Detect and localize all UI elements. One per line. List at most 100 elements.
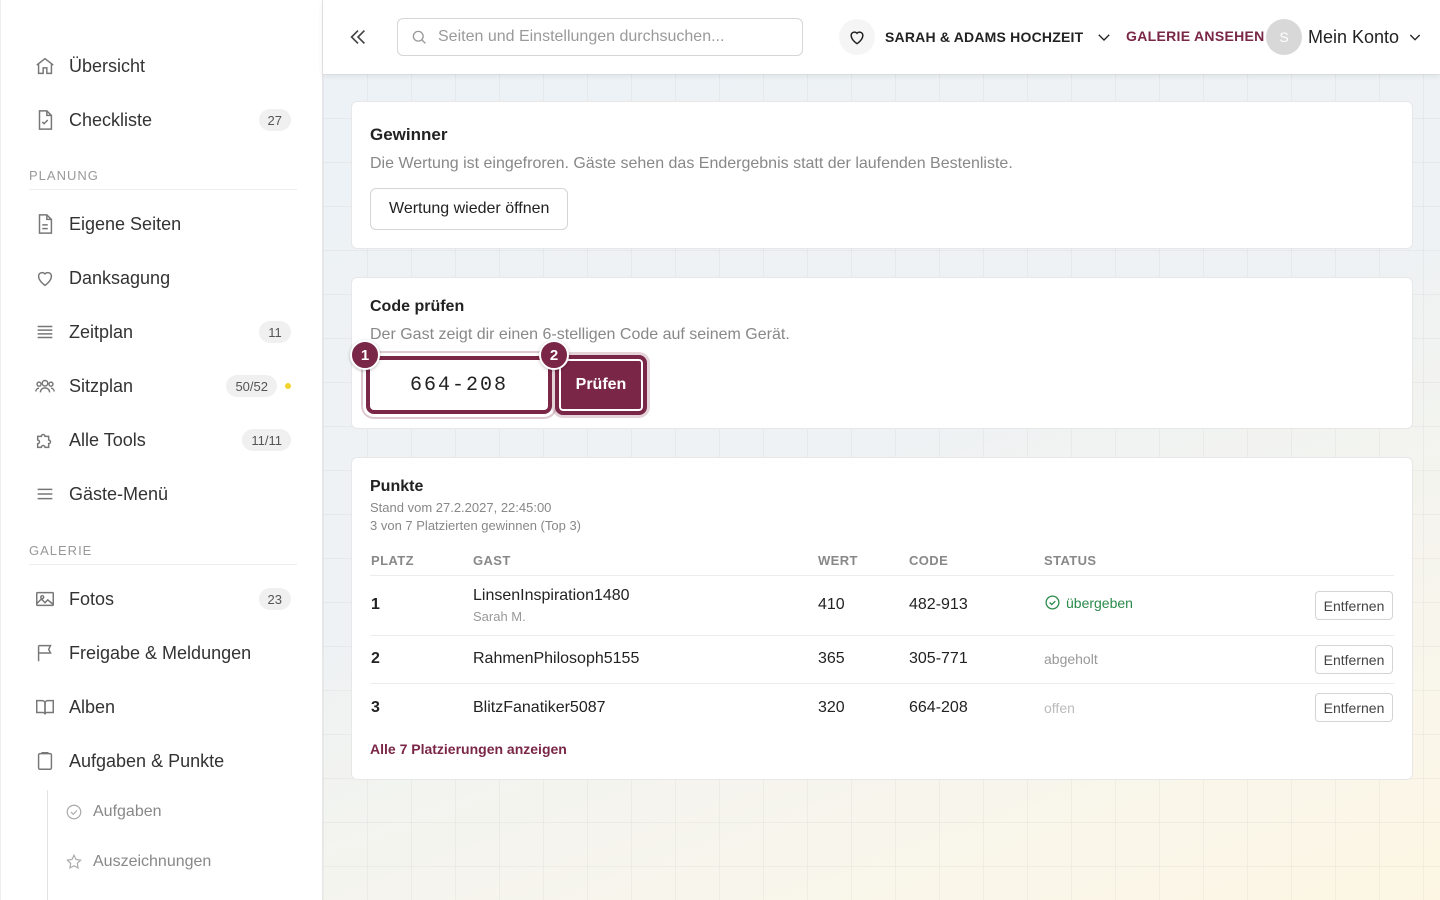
search-icon (410, 27, 430, 47)
status-dot (285, 383, 291, 389)
sidebar-item-label: Alben (69, 696, 116, 717)
count-badge: 11/11 (242, 429, 291, 451)
topbar: SARAH & ADAMS HOCHZEIT GALERIE ANSEHEN S… (323, 0, 1440, 74)
sidebar-item-checklist[interactable]: Checkliste 27 (29, 98, 295, 142)
card-title: Punkte (370, 478, 424, 495)
row-guest: RahmenPhilosoph5155 (473, 650, 640, 667)
search-box (397, 18, 803, 56)
card-description: Die Wertung ist eingefroren. Gäste sehen… (370, 155, 1013, 172)
section-label-planning: PLANUNG (29, 168, 297, 190)
section-label-gallery: GALERIE (29, 543, 297, 565)
page-icon (31, 210, 59, 238)
status-label: übergeben (1066, 594, 1133, 611)
row-code: 664-208 (909, 699, 968, 716)
image-icon (31, 585, 59, 613)
star-icon (65, 853, 83, 871)
sidebar-item-label: Aufgaben & Punkte (69, 750, 225, 771)
sidebar-subitem-label: Auszeichnungen (93, 853, 212, 870)
sidebar-item-label: Fotos (69, 588, 115, 609)
sidebar-item-photos[interactable]: Fotos 23 (29, 577, 295, 621)
sidebar-item-label: Eigene Seiten (69, 213, 182, 234)
account-menu[interactable]: S Mein Konto (1266, 19, 1423, 55)
sidebar-item-all-tools[interactable]: Alle Tools 11/11 (29, 418, 295, 462)
sidebar-item-guest-menu[interactable]: Gäste-Menü (29, 472, 295, 516)
check-code-button[interactable]: Prüfen (555, 355, 647, 415)
submenu-line (47, 790, 48, 900)
sidebar-item-label: Zeitplan (69, 321, 134, 342)
sidebar-subitem-awards[interactable]: Auszeichnungen (65, 847, 211, 877)
row-code: 305-771 (909, 650, 968, 667)
card-title: Gewinner (370, 125, 448, 144)
sidebar-item-label: Checkliste (69, 109, 153, 130)
row-guest-sub: Sarah M. (473, 609, 526, 624)
puzzle-icon (31, 426, 59, 454)
sidebar-item-seating[interactable]: Sitzplan 50/52 (29, 364, 295, 408)
account-label: Mein Konto (1308, 26, 1400, 47)
table-divider (370, 575, 1394, 576)
column-header-guest: GAST (473, 553, 511, 568)
table-divider (370, 635, 1394, 636)
step-marker-2: 2 (539, 340, 569, 370)
double-chevron-left-icon (347, 26, 369, 48)
collapse-sidebar-button[interactable] (343, 22, 373, 52)
row-value: 320 (818, 699, 845, 716)
remove-button[interactable]: Entfernen (1315, 693, 1393, 722)
wedding-selector[interactable]: SARAH & ADAMS HOCHZEIT (839, 18, 1113, 56)
sidebar-item-schedule[interactable]: Zeitplan 11 (29, 310, 295, 354)
row-guest: LinsenInspiration1480 (473, 587, 630, 604)
sidebar-item-label: Danksagung (69, 267, 171, 288)
sidebar-subitem-label: Aufgaben (93, 803, 162, 820)
view-gallery-link[interactable]: GALERIE ANSEHEN (1126, 28, 1265, 44)
clipboard-icon (31, 747, 59, 775)
reopen-scoring-button[interactable]: Wertung wieder öffnen (370, 188, 569, 230)
points-timestamp: Stand vom 27.2.2027, 22:45:00 (370, 500, 552, 515)
avatar: S (1266, 19, 1302, 55)
check-circle-icon (65, 803, 83, 821)
sidebar-item-albums[interactable]: Alben (29, 685, 295, 729)
row-guest: BlitzFanatiker5087 (473, 699, 606, 716)
sidebar-item-tasks-points[interactable]: Aufgaben & Punkte (29, 739, 295, 783)
row-rank: 1 (371, 596, 380, 613)
book-icon (31, 693, 59, 721)
timeline-icon (31, 318, 59, 346)
heart-icon (31, 264, 59, 292)
sidebar-item-label: Sitzplan (69, 375, 134, 396)
column-header-value: WERT (818, 553, 858, 568)
sidebar-item-overview[interactable]: Übersicht (29, 44, 295, 88)
sidebar-subitem-tasks[interactable]: Aufgaben (65, 797, 162, 827)
status-label: offen (1044, 700, 1075, 716)
points-summary: 3 von 7 Platzierten gewinnen (Top 3) (370, 518, 582, 533)
show-all-rankings-link[interactable]: Alle 7 Platzierungen anzeigen (370, 741, 567, 757)
sidebar-item-label: Übersicht (69, 55, 146, 76)
status-label: abgeholt (1044, 651, 1098, 667)
chevron-down-icon (1095, 28, 1113, 46)
table-divider (370, 683, 1394, 684)
sidebar-item-label: Gäste-Menü (69, 483, 169, 504)
remove-button[interactable]: Entfernen (1315, 645, 1393, 674)
sidebar-item-approval[interactable]: Freigabe & Meldungen (29, 631, 295, 675)
chevron-down-icon (1407, 29, 1423, 45)
sidebar-item-label: Alle Tools (69, 429, 146, 450)
step-marker-1: 1 (350, 340, 380, 370)
menu-icon (31, 480, 59, 508)
row-rank: 3 (371, 699, 380, 716)
people-icon (31, 372, 59, 400)
column-header-code: CODE (909, 553, 949, 568)
code-input[interactable] (366, 356, 552, 414)
check-circle-icon (1044, 594, 1061, 611)
sidebar: Übersicht Checkliste 27 PLANUNG Eigene S… (0, 0, 323, 900)
checklist-icon (31, 106, 59, 134)
row-value: 410 (818, 596, 845, 613)
heart-icon (839, 19, 875, 55)
count-badge: 23 (258, 588, 291, 610)
card-description: Der Gast zeigt dir einen 6-stelligen Cod… (370, 326, 790, 343)
count-badge: 27 (258, 109, 291, 131)
search-input[interactable] (438, 28, 778, 46)
remove-button[interactable]: Entfernen (1315, 591, 1393, 620)
count-badge: 11 (259, 321, 291, 343)
row-code: 482-913 (909, 596, 968, 613)
row-value: 365 (818, 650, 845, 667)
sidebar-item-custom-pages[interactable]: Eigene Seiten (29, 202, 295, 246)
card-title: Code prüfen (370, 298, 465, 315)
sidebar-item-thanks[interactable]: Danksagung (29, 256, 295, 300)
